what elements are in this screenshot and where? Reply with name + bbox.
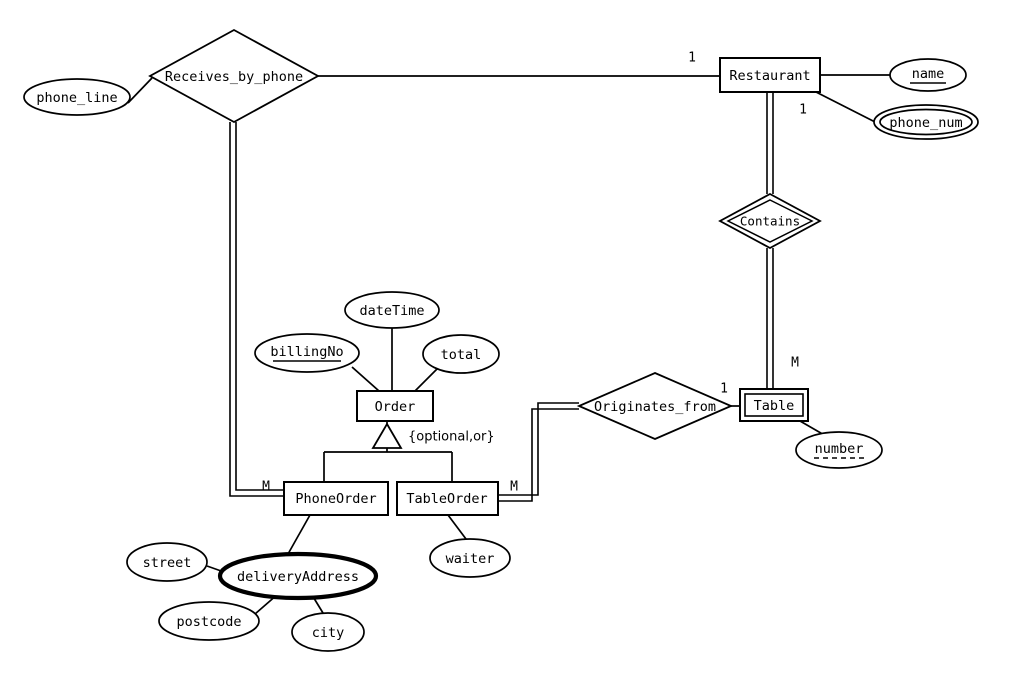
entity-label: Table xyxy=(754,398,795,414)
edge-phoneline-receives xyxy=(127,77,153,104)
relationship-originates-from[interactable]: Originates_from xyxy=(576,372,734,440)
entity-label: TableOrder xyxy=(406,491,487,507)
attribute-phone-line[interactable]: phone_line xyxy=(23,78,131,116)
entity-label: Restaurant xyxy=(729,68,810,84)
attribute-label: total xyxy=(441,347,482,363)
entity-restaurant[interactable]: Restaurant xyxy=(719,57,821,93)
attribute-label: waiter xyxy=(446,551,495,567)
attribute-label: billingNo xyxy=(270,344,343,360)
attribute-label: dateTime xyxy=(359,303,424,319)
entity-table[interactable]: Table xyxy=(739,388,809,422)
edge-order-total xyxy=(414,368,438,392)
attribute-label: phone_line xyxy=(36,90,117,106)
attribute-label: postcode xyxy=(176,614,241,630)
attribute-label: phone_num xyxy=(889,115,962,131)
cardinality-restaurant-contains: 1 xyxy=(799,103,807,118)
cardinality-tableorder-originates: M xyxy=(510,480,518,495)
attribute-waiter[interactable]: waiter xyxy=(429,538,511,578)
attribute-label: name xyxy=(912,66,945,82)
relationship-label: Originates_from xyxy=(594,399,716,415)
cardinality-restaurant-receives: 1 xyxy=(688,51,696,66)
attribute-postcode[interactable]: postcode xyxy=(158,601,260,641)
specialization-triangle[interactable] xyxy=(371,422,403,449)
cardinality-table-originates: 1 xyxy=(720,382,728,397)
edge-receives-phoneorder-b xyxy=(235,122,284,491)
edge-order-billingno xyxy=(351,366,380,392)
attribute-deliveryaddress[interactable]: deliveryAddress xyxy=(217,551,379,601)
edge-restaurant-phonenum xyxy=(815,91,880,125)
attribute-number[interactable]: number xyxy=(795,431,883,469)
specialization-constraint-label: {optional,or} xyxy=(408,430,495,445)
er-diagram-canvas: Receives_by_phone Contains Originates_fr… xyxy=(0,0,1024,679)
attribute-name[interactable]: name xyxy=(889,58,967,92)
attribute-street[interactable]: street xyxy=(126,542,208,582)
er-diagram-svg: Receives_by_phone Contains Originates_fr… xyxy=(23,28,979,652)
edge-phoneorder-deliveryaddress xyxy=(287,514,311,555)
attribute-label: city xyxy=(312,625,345,641)
relationship-label: Receives_by_phone xyxy=(165,69,303,85)
attribute-city[interactable]: city xyxy=(291,612,365,652)
attribute-label: street xyxy=(143,555,192,571)
relationship-label: Contains xyxy=(740,214,800,229)
entity-label: Order xyxy=(375,399,416,415)
relationship-receives-by-phone[interactable]: Receives_by_phone xyxy=(148,28,320,124)
relationship-contains[interactable]: Contains xyxy=(718,192,822,250)
entity-order[interactable]: Order xyxy=(356,390,434,422)
specialization-triangle-shape xyxy=(371,422,403,449)
edge-receives-phoneorder-a xyxy=(229,122,284,497)
attribute-phone-num[interactable]: phone_num xyxy=(873,104,979,140)
cardinality-table-contains: M xyxy=(791,356,799,371)
entity-label: PhoneOrder xyxy=(295,491,376,507)
attribute-label: number xyxy=(815,441,864,457)
cardinality-phoneorder-receives: M xyxy=(262,480,270,495)
edge-tableorder-waiter xyxy=(447,514,467,540)
attribute-total[interactable]: total xyxy=(422,334,500,374)
attribute-billingno[interactable]: billingNo xyxy=(254,333,360,373)
attribute-datetime[interactable]: dateTime xyxy=(344,291,440,329)
attribute-label: deliveryAddress xyxy=(237,569,359,585)
entity-tableorder[interactable]: TableOrder xyxy=(396,481,499,516)
entity-phoneorder[interactable]: PhoneOrder xyxy=(283,481,389,516)
